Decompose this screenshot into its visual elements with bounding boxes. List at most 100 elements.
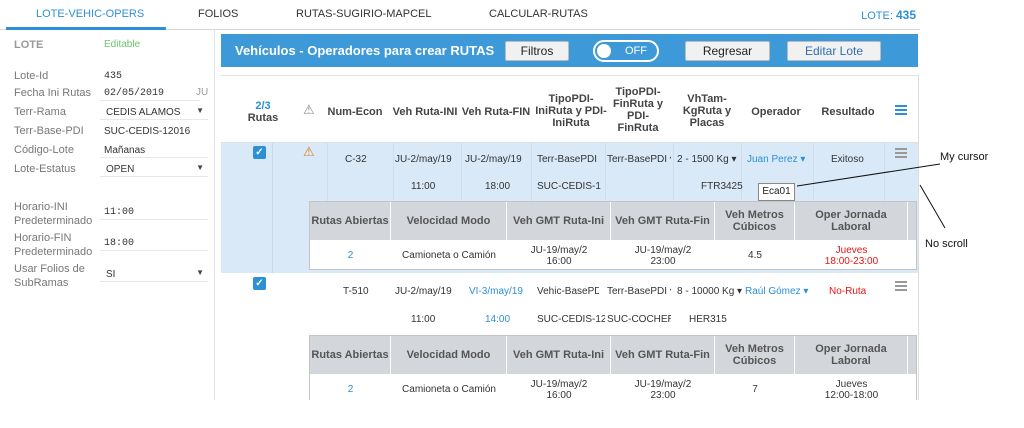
tipo-fin-select[interactable]: Terr-BasePDI ▾ [607, 154, 671, 165]
regresar-button[interactable]: Regresar [685, 41, 770, 61]
rutas-column-header[interactable]: 2/3 Rutas [243, 100, 283, 124]
usar-folios-select[interactable]: SI ▼ [100, 266, 208, 282]
detail-gmt-fin-time: 23:00 [650, 390, 676, 400]
detail-gmt-ini-time: 16:00 [546, 256, 572, 267]
detail-gmt-fin-date: JU-19/may/2 [634, 245, 692, 256]
filtros-button[interactable]: Filtros [505, 41, 569, 61]
kg-select[interactable]: 2 - 1500 Kg ▾ [677, 154, 741, 165]
tab-folios[interactable]: FOLIOS [198, 8, 238, 20]
detail-velocidad: Camioneta o Camión [402, 250, 496, 261]
row-checkbox[interactable]: ✓ [253, 277, 266, 290]
lote-estatus-select[interactable]: OPEN ▼ [100, 161, 208, 177]
veh-ini-date-cell: JU-2/may/19 [395, 286, 452, 297]
detail-gmt-fin-time: 23:00 [650, 256, 676, 267]
kg-select[interactable]: 8 - 10000 Kg ▾ [677, 286, 745, 297]
field-label-usar-folios: Usar Folios de SubRamas [14, 263, 85, 289]
tipo-ini-value: Terr-BasePDI [537, 154, 598, 165]
kg-value: 2 - 1500 Kg [677, 154, 729, 165]
detail-rutas-abiertas[interactable]: 2 [310, 384, 391, 395]
resultado-header[interactable]: Resultado [815, 106, 881, 118]
detail-header-metros: Veh Metros Cúbicos [715, 336, 795, 374]
tipo-fin-value: Terr-BasePDI [607, 154, 668, 165]
detail-jornada-time: 18:00-23:00 [824, 256, 879, 267]
column-menu-icon[interactable] [895, 105, 907, 115]
fecha-ini-input[interactable]: 02/05/2019 [100, 85, 200, 101]
field-label-terr-base-pdi: Terr-Base-PDI [14, 125, 84, 137]
vehiculos-header-bar: Vehículos - Operadores para crear RUTAS … [221, 34, 918, 67]
row-checkbox[interactable]: ✓ [253, 146, 266, 159]
tipo-pdi-ini-header[interactable]: TipoPDI-IniRuta y PDI-IniRuta [535, 93, 607, 129]
veh-fin-date-cell: JU-2/may/19 [465, 154, 522, 165]
detail-rutas-abiertas[interactable]: 2 [310, 250, 391, 261]
detail-gmt-fin: JU-19/may/2 23:00 [611, 245, 715, 267]
tipo-pdi-fin-header[interactable]: TipoPDI-FinRuta y PDI-FinRuta [609, 86, 667, 134]
horario-ini-input[interactable]: 11:00 [100, 204, 208, 220]
editar-lote-button[interactable]: Editar Lote [787, 41, 881, 61]
detail-gmt-fin-date: JU-19/may/2 [634, 379, 692, 390]
num-econ-header[interactable]: Num-Econ [325, 106, 385, 118]
chevron-down-icon: ▼ [196, 268, 204, 277]
detail-gmt-ini: JU-19/may/2 16:00 [507, 245, 611, 267]
vhtam-header[interactable]: VhTam-KgRuta y Placas [679, 93, 735, 129]
detail-jornada-day: Jueves [835, 379, 868, 390]
row-divider [461, 143, 462, 203]
field-label-lote-id: Lote-Id [14, 70, 49, 82]
usar-folios-value: SI [106, 269, 116, 280]
horario-fin-input[interactable]: 18:00 [100, 235, 208, 251]
tipo-fin-value: Terr-BasePDI [607, 286, 668, 297]
row-left-strip [221, 143, 273, 273]
lote-indicator: LOTE: 435 [861, 8, 916, 22]
tipo-fin-select[interactable]: Terr-BasePDI ▾ [607, 286, 671, 297]
field-label-fecha-ini: Fecha Ini Rutas [14, 87, 92, 99]
terr-rama-value: CEDIS ALAMOS [106, 107, 181, 118]
resultado-cell: No-Ruta [829, 286, 867, 297]
field-label-horario-ini: Horario-INI Predeterminado [14, 201, 93, 227]
detail-gmt-ini-time: 16:00 [546, 390, 572, 400]
filter-toggle[interactable]: OFF [593, 40, 659, 62]
lote-estatus-value: OPEN [106, 164, 135, 175]
detail-header-gmt-fin: Veh GMT Ruta-Fin [611, 336, 715, 374]
lote-panel-title: LOTE [14, 39, 44, 51]
rutas-label: Rutas [247, 112, 279, 124]
tab-rutas-sugirio-mapcel[interactable]: RUTAS-SUGIRIO-MAPCEL [296, 8, 431, 20]
horario-ini-value: 11:00 [104, 207, 135, 218]
operador-select[interactable]: Raúl Gómez ▾ [745, 286, 808, 297]
placas-cell: FTR3425 [701, 181, 743, 192]
veh-ini-time-cell: 11:00 [411, 181, 436, 192]
pdi-ini-cell: SUC-CEDIS-12 [537, 314, 605, 325]
veh-ruta-ini-header[interactable]: Veh Ruta-INI [389, 106, 461, 118]
scroll-annotation: No scroll [925, 238, 968, 250]
veh-ini-date-cell: JU-2/may/19 [395, 154, 452, 165]
section-title: Vehículos - Operadores para crear RUTAS [235, 43, 495, 58]
row-divider [393, 143, 394, 203]
lote-panel: LOTE Editable Lote-Id 435 Fecha Ini Ruta… [0, 30, 215, 400]
chevron-down-icon: ▼ [196, 163, 204, 172]
editable-badge: Editable [104, 39, 141, 50]
codigo-lote-input[interactable]: Mañanas [100, 142, 208, 158]
num-econ-cell: T-510 [343, 286, 369, 297]
row-divider [605, 143, 606, 203]
top-nav: LOTE-VEHIC-OPERS FOLIOS RUTAS-SUGIRIO-MA… [0, 0, 920, 30]
terr-rama-select[interactable]: CEDIS ALAMOS ▼ [100, 104, 208, 120]
scroll-pointer-line [919, 184, 946, 229]
veh-fin-time-cell: 18:00 [485, 181, 511, 192]
field-lote-id: 435 [104, 71, 123, 82]
pdi-ini-cell: SUC-CEDIS-14 [537, 181, 601, 192]
chevron-down-icon: ▼ [196, 106, 204, 115]
codigo-lote-value: Mañanas [104, 145, 146, 156]
veh-ruta-fin-header[interactable]: Veh Ruta-FIN [461, 106, 531, 118]
tipo-ini-select[interactable]: Terr-BasePDI ▾ [537, 154, 599, 165]
tab-lote-vehic-opers[interactable]: LOTE-VEHIC-OPERS [36, 8, 144, 20]
fecha-ini-suffix: JU [196, 87, 209, 98]
toggle-knob [597, 44, 611, 58]
detail-metros: 4.5 [748, 250, 762, 261]
kg-value: 8 - 10000 Kg [677, 286, 735, 297]
operador-header[interactable]: Operador [745, 106, 807, 118]
row-menu-icon[interactable] [895, 281, 907, 291]
fecha-ini-value: 02/05/2019 [104, 88, 165, 99]
detail-jornada-time: 12:00-18:00 [824, 390, 879, 400]
field-label-codigo-lote: Código-Lote [14, 144, 74, 156]
field-label-terr-rama: Terr-Rama [14, 106, 66, 118]
tab-calcular-rutas[interactable]: CALCULAR-RUTAS [489, 8, 588, 20]
tipo-ini-select[interactable]: Vehic-BasePDI ▾ [537, 286, 599, 297]
